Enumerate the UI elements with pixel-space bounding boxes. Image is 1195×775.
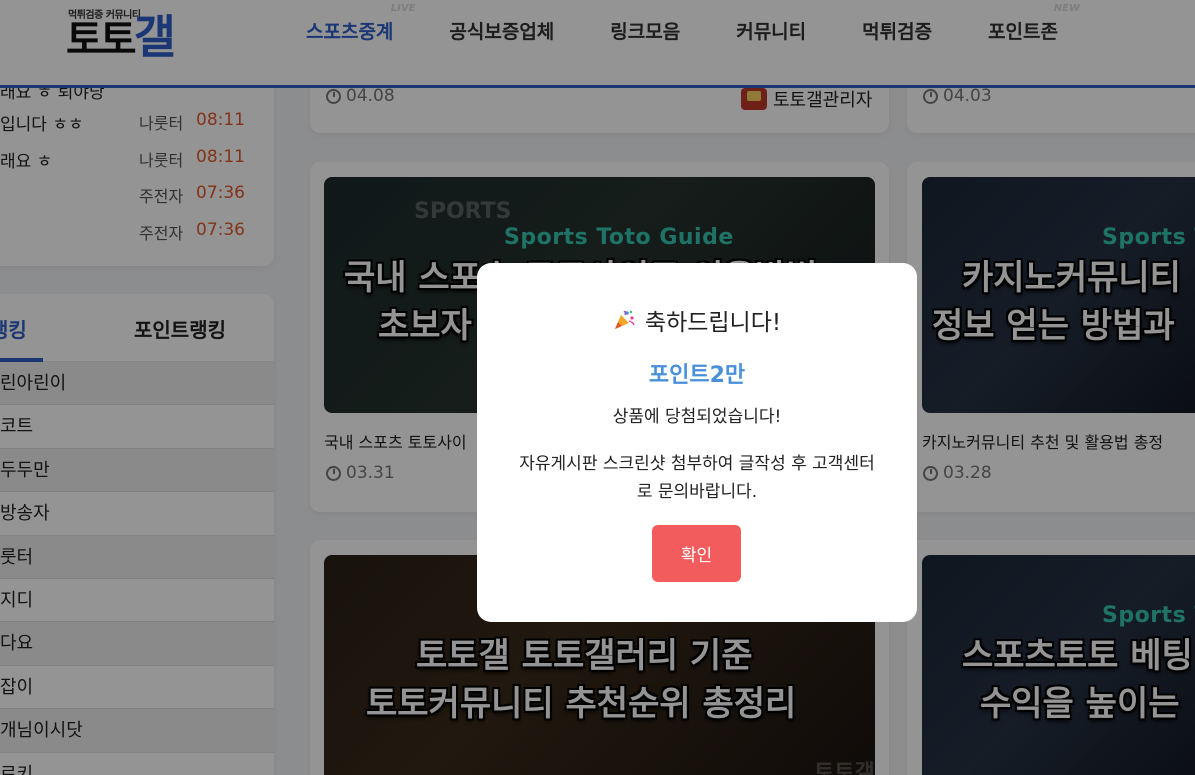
- prize-modal: 축하드립니다! 포인트2만 상품에 당첨되었습니다! 자유게시판 스크린샷 첨부…: [477, 263, 917, 622]
- confirm-button[interactable]: 확인: [652, 525, 741, 582]
- modal-heading: 축하드립니다!: [477, 303, 917, 337]
- modal-title: 축하드립니다!: [644, 310, 782, 336]
- party-popper-icon: [613, 309, 635, 331]
- prize-name: 포인트2만: [648, 363, 746, 388]
- instruction-text: 자유게시판 스크린샷 첨부하여 글작성 후 고객센터로 문의바랍니다.: [519, 454, 875, 502]
- win-message: 상품에 당첨되었습니다!: [612, 407, 782, 427]
